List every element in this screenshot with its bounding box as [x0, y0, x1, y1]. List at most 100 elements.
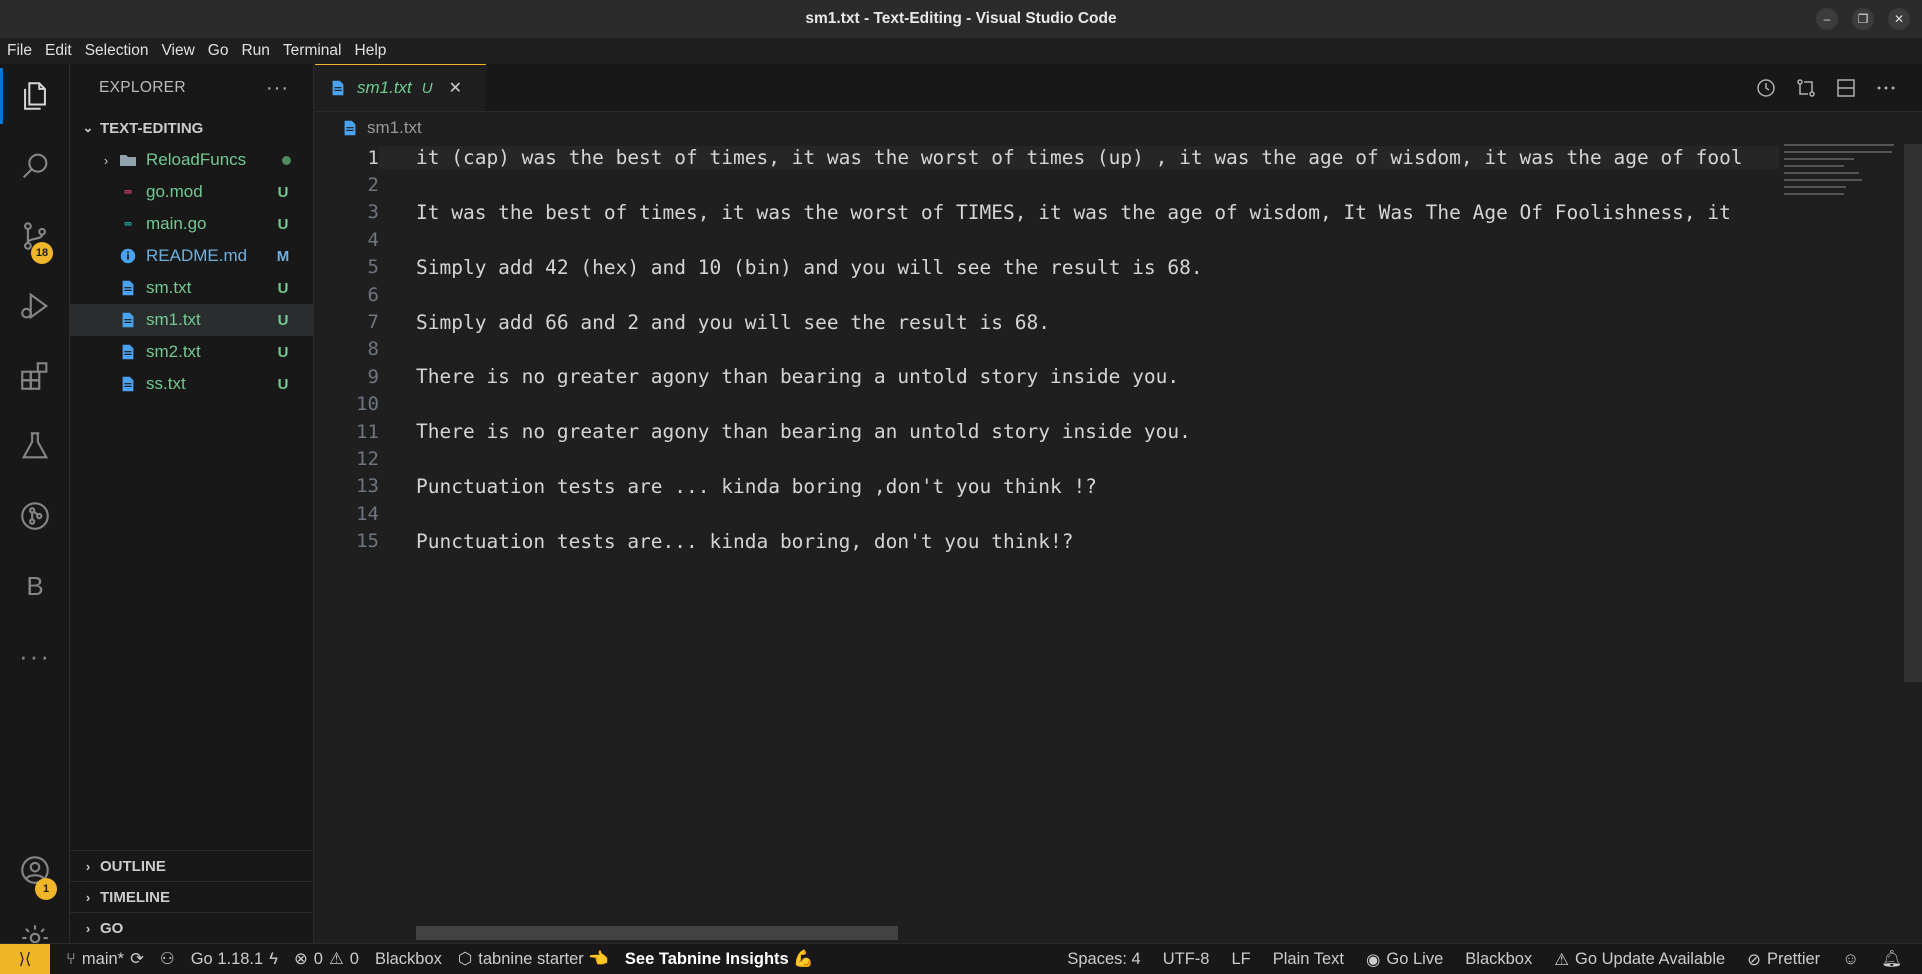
tabnine-insights-label: See Tabnine Insights 💪 [624, 949, 814, 968]
menu-view[interactable]: View [161, 42, 194, 60]
extensions-activity[interactable] [0, 344, 70, 408]
tree-item-sm1-txt[interactable]: sm1.txt U [70, 304, 313, 336]
code-line[interactable]: 11 There is no greater agony than bearing… [315, 418, 1785, 445]
breadcrumb[interactable]: sm1.txt [315, 112, 1922, 144]
section-label: GO [100, 919, 124, 937]
code-line[interactable]: 4 [315, 226, 1785, 253]
go-update-status[interactable]: ⚠ Go Update Available [1554, 950, 1725, 970]
blackbox-status[interactable]: Blackbox [375, 950, 442, 969]
code-line[interactable]: 14 [315, 500, 1785, 527]
tabnine-status[interactable]: ⬡ tabnine starter 👈 [458, 949, 609, 969]
tree-item-label: sm.txt [146, 278, 192, 297]
git-status: U [277, 375, 289, 393]
menu-help[interactable]: Help [355, 42, 387, 60]
tree-item-label: README.md [146, 246, 248, 265]
go-section[interactable]: › GO [70, 912, 314, 943]
go-mod-icon: ∞ [124, 186, 132, 198]
eol-status[interactable]: LF [1231, 950, 1250, 969]
testing-activity[interactable] [0, 414, 70, 478]
menu-file[interactable]: File [7, 42, 32, 60]
language-status[interactable]: Plain Text [1273, 950, 1344, 969]
explorer-activity[interactable] [0, 64, 70, 128]
split-editor-icon[interactable] [1834, 76, 1858, 100]
branch-status[interactable]: ⑂ main* ⟳ [66, 949, 144, 969]
warning-icon: ⚠ [1554, 950, 1570, 969]
golive-status[interactable]: ◉ Go Live [1366, 950, 1443, 970]
tree-item-ss-txt[interactable]: ss.txt U [70, 368, 313, 400]
minimize-button[interactable]: – [1816, 8, 1838, 30]
prettier-status[interactable]: ⊘ Prettier [1747, 950, 1820, 970]
line-number: 12 [356, 447, 379, 470]
tree-item-main-go[interactable]: ∞ main.go U [70, 208, 313, 240]
text-file-icon [118, 278, 138, 298]
line-number: 13 [356, 475, 379, 498]
tree-item-sm2-txt[interactable]: sm2.txt U [70, 336, 313, 368]
feedback-status[interactable]: ☺ [1842, 950, 1859, 969]
accounts-activity[interactable]: 1 [0, 838, 70, 902]
tab-sm1-txt[interactable]: sm1.txt U ✕ [315, 64, 486, 111]
code-line[interactable]: 15 Punctuation tests are... kinda boring,… [315, 527, 1785, 554]
notifications-status[interactable]: 🔔︎ [1881, 950, 1902, 969]
files-icon [24, 82, 46, 110]
menu-edit[interactable]: Edit [45, 42, 72, 60]
tree-item-label: ss.txt [146, 374, 186, 393]
blackbox-right-status[interactable]: Blackbox [1465, 950, 1532, 969]
tabnine-insights-status[interactable]: See Tabnine Insights 💪 [625, 950, 814, 969]
tree-item-sm-txt[interactable]: sm.txt U [70, 272, 313, 304]
line-number: 4 [367, 228, 379, 251]
outline-section[interactable]: › OUTLINE [70, 850, 314, 881]
remote-indicator[interactable]: ⟩⟨ [0, 943, 50, 974]
blackbox-activity[interactable]: B [0, 554, 70, 618]
line-text: it (cap) was the best of times, it was t… [379, 146, 1779, 170]
tab-bar: sm1.txt U ✕ [315, 64, 1922, 112]
more-activity[interactable]: ··· [0, 624, 70, 688]
tab-git-status: U [421, 79, 433, 97]
code-line[interactable]: 12 [315, 445, 1785, 472]
tree-item-reloadfuncs[interactable]: › ReloadFuncs [70, 144, 313, 176]
code-line[interactable]: 6 [315, 281, 1785, 308]
problems-status[interactable]: ⊗ 0 ⚠ 0 [294, 949, 359, 969]
source-control-activity[interactable]: 18 [0, 204, 70, 268]
git-graph-activity[interactable] [0, 484, 70, 548]
search-activity[interactable] [0, 134, 70, 198]
close-window-button[interactable]: ✕ [1888, 8, 1910, 30]
code-line[interactable]: 3 It was the best of times, it was the wo… [315, 199, 1785, 226]
code-line[interactable]: 1 it (cap) was the best of times, it was … [315, 144, 1785, 171]
run-debug-activity[interactable] [0, 274, 70, 338]
encoding-status[interactable]: UTF-8 [1163, 950, 1210, 969]
maximize-button[interactable]: ❐ [1852, 8, 1874, 30]
timeline-section[interactable]: › TIMELINE [70, 881, 314, 912]
more-actions-icon[interactable] [1874, 76, 1898, 100]
go-version-status[interactable]: Go 1.18.1 ϟ [191, 950, 278, 969]
minimap[interactable] [1784, 144, 1904, 204]
code-line[interactable]: 5 Simply add 42 (hex) and 10 (bin) and yo… [315, 254, 1785, 281]
workspace-folder-header[interactable]: ⌄ TEXT-EDITING [70, 112, 313, 144]
tree-item-go-mod[interactable]: ∞ go.mod U [70, 176, 313, 208]
indentation-status[interactable]: Spaces: 4 [1067, 950, 1140, 969]
code-line[interactable]: 9 There is no greater agony than bearing … [315, 363, 1785, 390]
history-icon[interactable] [1754, 76, 1778, 100]
text-file-icon [332, 80, 344, 96]
menu-go[interactable]: Go [208, 42, 229, 60]
git-graph-status[interactable]: ⚇ [160, 949, 175, 969]
warning-count: 0 [349, 949, 359, 968]
code-line[interactable]: 8 [315, 336, 1785, 363]
code-editor[interactable]: 1 it (cap) was the best of times, it was … [315, 144, 1785, 555]
menu-run[interactable]: Run [241, 42, 269, 60]
menu-terminal[interactable]: Terminal [283, 42, 342, 60]
tree-item-label: ReloadFuncs [146, 150, 247, 169]
breadcrumb-file[interactable]: sm1.txt [367, 118, 422, 138]
code-line[interactable]: 10 [315, 391, 1785, 418]
code-line[interactable]: 7 Simply add 66 and 2 and you will see th… [315, 308, 1785, 335]
compare-changes-icon[interactable] [1794, 76, 1818, 100]
code-line[interactable]: 13 Punctuation tests are ... kinda boring… [315, 473, 1785, 500]
explorer-more-button[interactable]: ··· [266, 77, 289, 100]
menu-selection[interactable]: Selection [85, 42, 149, 60]
close-tab-icon[interactable]: ✕ [449, 78, 462, 98]
tree-item-readme[interactable]: README.md M [70, 240, 313, 272]
code-line[interactable]: 2 [315, 171, 1785, 198]
status-bar: ⟩⟨ ⑂ main* ⟳ ⚇ Go 1.18.1 ϟ ⊗ 0 ⚠ 0 Black… [0, 943, 1922, 974]
horizontal-scrollbar[interactable] [416, 926, 898, 940]
remote-icon: ⟩⟨ [18, 951, 32, 968]
vertical-scrollbar[interactable] [1904, 144, 1922, 682]
